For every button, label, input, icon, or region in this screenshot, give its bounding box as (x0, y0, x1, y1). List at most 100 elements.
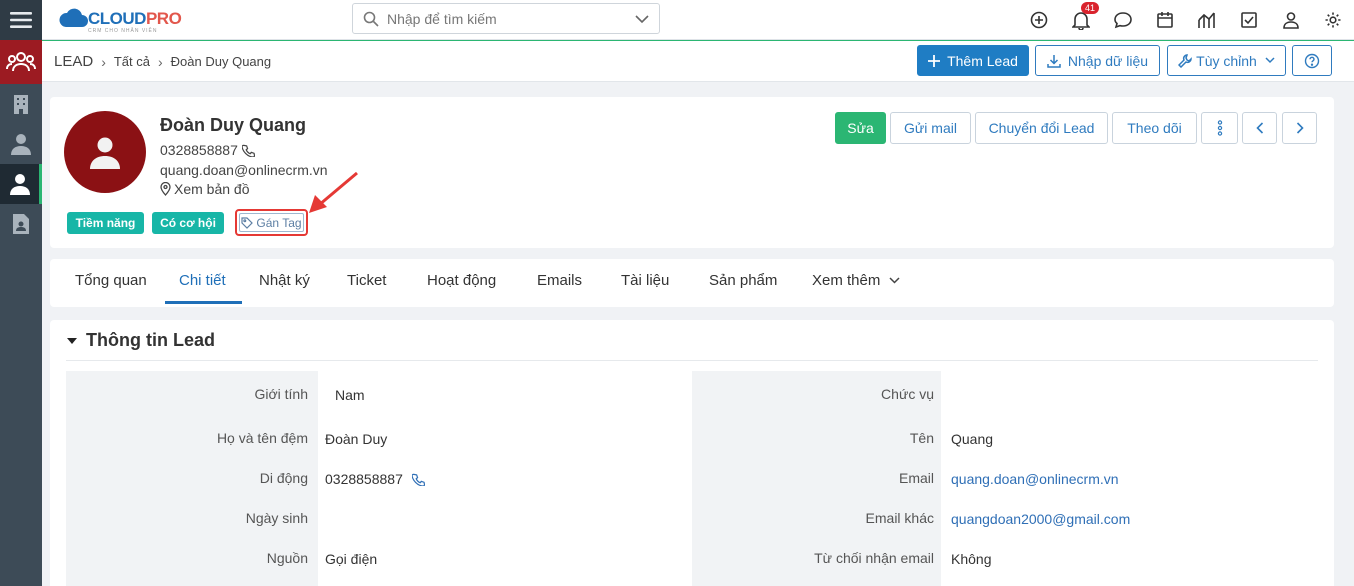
follow-button[interactable]: Theo dõi (1112, 112, 1197, 144)
user-profile-icon[interactable] (1270, 0, 1312, 40)
wrench-icon (1178, 53, 1192, 68)
help-button[interactable] (1292, 45, 1332, 76)
field-label-ho-ten-dem: Họ và tên đệm (216, 430, 308, 446)
logo-subtitle: CRM CHO NHÂN VIÊN (88, 28, 158, 34)
breadcrumb-filter[interactable]: Tất cả (114, 54, 150, 69)
add-circle-icon[interactable] (1018, 0, 1060, 40)
add-lead-button[interactable]: Thêm Lead (917, 45, 1029, 76)
mobile-number: 0328858887 (325, 471, 403, 487)
tag-co-co-hoi[interactable]: Có cơ hội (152, 212, 224, 234)
field-value-gioi-tinh[interactable]: Nam (335, 387, 365, 403)
field-label-ngay-sinh: Ngày sinh (245, 510, 308, 526)
rail-contact-icon[interactable] (0, 124, 42, 164)
tab-hoat-dong[interactable]: Hoạt động (427, 272, 496, 289)
chevron-down-icon[interactable] (635, 14, 649, 24)
tab-nhat-ky[interactable]: Nhật ký (259, 272, 310, 289)
field-label-email: Email (898, 470, 934, 486)
import-label: Nhập dữ liệu (1067, 52, 1149, 69)
view-map-link[interactable]: Xem bản đồ (160, 181, 250, 197)
left-rail (0, 0, 42, 586)
field-value-nguon[interactable]: Gọi điện (325, 551, 377, 567)
field-value-ho-ten-dem[interactable]: Đoàn Duy (325, 431, 387, 447)
next-record-button[interactable] (1282, 112, 1317, 144)
import-data-button[interactable]: Nhập dữ liệu (1035, 45, 1160, 76)
record-tabs: Tổng quan Chi tiết Nhật ký Ticket Hoạt đ… (50, 259, 1334, 307)
lead-profile-card: Đoàn Duy Quang 0328858887 quang.doan@onl… (50, 97, 1334, 248)
phone-icon[interactable] (241, 144, 255, 157)
tab-tai-lieu[interactable]: Tài liệu (621, 272, 669, 289)
customize-button[interactable]: Tùy chỉnh (1167, 45, 1286, 76)
plus-icon (928, 54, 941, 67)
convert-lead-button[interactable]: Chuyển đổi Lead (975, 112, 1108, 144)
previous-record-button[interactable] (1242, 112, 1277, 144)
lead-phone: 0328858887 (160, 142, 238, 158)
calendar-icon[interactable] (1144, 0, 1186, 40)
rail-building-icon[interactable] (0, 84, 42, 124)
tab-emails[interactable]: Emails (537, 272, 582, 289)
breadcrumb: LEAD › Tất cả › Đoàn Duy Quang (54, 53, 271, 70)
field-value-di-dong[interactable]: 0328858887 (325, 471, 425, 487)
field-label-gioi-tinh: Giới tính (254, 386, 308, 402)
active-tab-indicator (165, 301, 242, 304)
analytics-icon[interactable] (1186, 0, 1228, 40)
bell-icon[interactable]: 41 (1060, 0, 1102, 40)
more-options-button[interactable] (1201, 112, 1238, 144)
section-title: Thông tin Lead (86, 330, 215, 350)
avatar (64, 111, 146, 193)
edit-button[interactable]: Sửa (835, 112, 886, 144)
rail-person-icon[interactable] (0, 164, 42, 204)
field-value-ten[interactable]: Quang (951, 431, 993, 447)
assign-tag-highlight: Gán Tag (235, 209, 308, 236)
chevron-right-icon: › (101, 53, 106, 70)
breadcrumb-module[interactable]: LEAD (54, 53, 93, 70)
section-header[interactable]: Thông tin Lead (67, 330, 215, 351)
lead-phone-row: 0328858887 (160, 142, 255, 158)
field-label-email-khac: Email khác (865, 510, 934, 526)
assign-tag-button[interactable]: Gán Tag (239, 213, 304, 232)
chevron-left-icon (1255, 122, 1263, 134)
tab-chi-tiet[interactable]: Chi tiết (179, 272, 226, 289)
tag-tiem-nang[interactable]: Tiềm năng (67, 212, 144, 234)
view-map-label: Xem bản đồ (174, 181, 250, 197)
lead-name: Đoàn Duy Quang (160, 115, 307, 135)
lead-email[interactable]: quang.doan@onlinecrm.vn (160, 162, 328, 178)
download-icon (1047, 54, 1061, 68)
assign-tag-label: Gán Tag (256, 215, 302, 230)
settings-gear-icon[interactable] (1312, 0, 1354, 40)
tag-icon (241, 216, 254, 229)
chevron-down-icon (1265, 57, 1275, 64)
field-value-email-khac[interactable]: quangdoan2000@gmail.com (951, 511, 1130, 527)
rail-document-icon[interactable] (0, 204, 42, 244)
caret-down-icon (67, 337, 77, 344)
field-value-tu-choi-email[interactable]: Không (951, 551, 991, 567)
phone-icon[interactable] (411, 473, 425, 486)
tab-xem-them[interactable]: Xem thêm (812, 272, 900, 289)
field-value-email[interactable]: quang.doan@onlinecrm.vn (951, 471, 1119, 487)
chat-icon[interactable] (1102, 0, 1144, 40)
tab-san-pham[interactable]: Sản phẩm (709, 272, 777, 289)
field-label-chuc-vu: Chức vụ (881, 386, 934, 402)
field-label-nguon: Nguồn (266, 550, 308, 566)
search-placeholder: Nhập để tìm kiếm (387, 10, 497, 27)
top-bar: CLOUDPRO CRM CHO NHÂN VIÊN Nhập để tìm k… (42, 0, 1354, 40)
cloudpro-logo[interactable]: CLOUDPRO CRM CHO NHÂN VIÊN (58, 7, 182, 34)
tab-ticket[interactable]: Ticket (347, 272, 386, 289)
tab-xem-them-label: Xem thêm (812, 272, 881, 289)
section-divider (66, 360, 1318, 361)
search-input[interactable]: Nhập để tìm kiếm (352, 3, 660, 34)
hamburger-menu-icon[interactable] (0, 0, 42, 40)
chevron-right-icon (1296, 122, 1304, 134)
notification-badge: 41 (1081, 2, 1100, 14)
customize-label: Tùy chỉnh (1196, 52, 1257, 69)
send-mail-button[interactable]: Gửi mail (890, 112, 971, 144)
task-check-icon[interactable] (1228, 0, 1270, 40)
more-vertical-icon (1217, 120, 1222, 136)
logo-text: CLOUDPRO (88, 9, 182, 28)
add-lead-label: Thêm Lead (947, 52, 1018, 69)
rail-leads-icon[interactable] (0, 40, 42, 84)
breadcrumb-record: Đoàn Duy Quang (170, 54, 272, 69)
chevron-right-icon: › (157, 53, 163, 70)
tab-tong-quan[interactable]: Tổng quan (75, 272, 147, 289)
field-label-tu-choi-email: Từ chối nhận email (814, 550, 934, 566)
search-icon (363, 11, 379, 27)
